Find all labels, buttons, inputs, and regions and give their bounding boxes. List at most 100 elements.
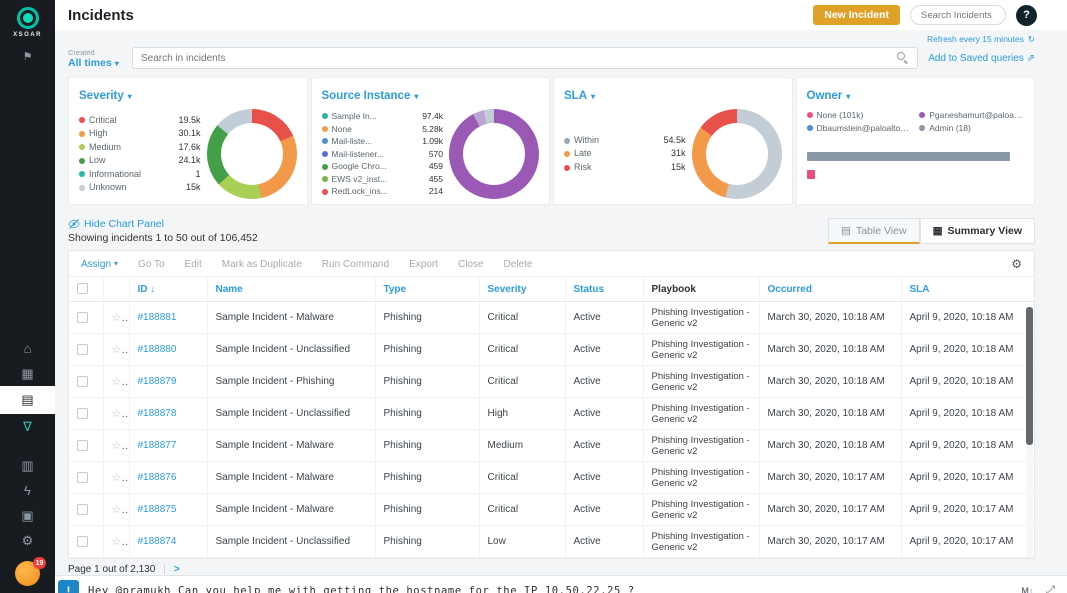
column-header-playbook[interactable]: Playbook	[643, 277, 759, 302]
legend-item[interactable]: EWS v2_inst...455	[322, 173, 444, 186]
star-icon[interactable]: ☆	[112, 344, 130, 356]
table-row[interactable]: ☆ #188876 Sample Incident - Malware Phis…	[69, 462, 1034, 494]
pin-icon[interactable]: ⚑	[0, 44, 55, 69]
legend-item[interactable]: Unknown15k	[79, 181, 201, 195]
help-button[interactable]: ?	[1016, 5, 1037, 26]
incident-id-link[interactable]: #188879	[138, 376, 177, 387]
table-row[interactable]: ☆ #188879 Sample Incident - Phishing Phi…	[69, 366, 1034, 398]
star-icon[interactable]: ☆	[112, 536, 130, 548]
action-mark-as-duplicate[interactable]: Mark as Duplicate	[222, 259, 302, 270]
action-export[interactable]: Export	[409, 259, 438, 270]
incident-id-link[interactable]: #188881	[138, 312, 177, 323]
column-header-id[interactable]: ID ↓	[129, 277, 207, 302]
chat-trigger-button[interactable]: !	[58, 580, 79, 593]
legend-item[interactable]: Google Chro...459	[322, 160, 444, 173]
row-checkbox[interactable]	[77, 312, 88, 323]
table-row[interactable]: ☆ #188878 Sample Incident - Unclassified…	[69, 398, 1034, 430]
threat-intel-icon[interactable]: ∇	[0, 414, 55, 439]
sla-donut-chart[interactable]	[692, 109, 782, 199]
action-close[interactable]: Close	[458, 259, 484, 270]
legend-item[interactable]: Within54.5k	[564, 134, 686, 148]
created-filter-dropdown[interactable]: Created All times ▾	[68, 48, 122, 69]
incident-id-link[interactable]: #188876	[138, 472, 177, 483]
action-assign[interactable]: Assign▾	[81, 259, 118, 270]
table-row[interactable]: ☆ #188881 Sample Incident - Malware Phis…	[69, 302, 1034, 334]
star-icon[interactable]: ☆	[112, 504, 130, 516]
table-row[interactable]: ☆ #188875 Sample Incident - Malware Phis…	[69, 494, 1034, 526]
incident-id-link[interactable]: #188874	[138, 536, 177, 547]
row-checkbox[interactable]	[77, 472, 88, 483]
row-checkbox[interactable]	[77, 344, 88, 355]
table-row[interactable]: ☆ #188880 Sample Incident - Unclassified…	[69, 334, 1034, 366]
table-scrollbar[interactable]	[1026, 307, 1033, 557]
legend-item[interactable]: None5.28k	[322, 123, 444, 136]
source-instance-donut-chart[interactable]	[449, 109, 539, 199]
incident-id-link[interactable]: #188875	[138, 504, 177, 515]
action-go-to[interactable]: Go To	[138, 259, 165, 270]
star-icon[interactable]: ☆	[112, 408, 130, 420]
row-checkbox[interactable]	[77, 440, 88, 451]
row-checkbox[interactable]	[77, 376, 88, 387]
markdown-icon[interactable]: M↓	[1021, 586, 1033, 593]
action-delete[interactable]: Delete	[504, 259, 533, 270]
legend-item[interactable]: Late31k	[564, 147, 686, 161]
legend-item[interactable]: High30.1k	[79, 127, 201, 141]
reports-icon[interactable]: ▥	[0, 453, 55, 478]
source-instance-chart-title[interactable]: Source Instance▾	[322, 90, 419, 102]
incidents-icon[interactable]: ▤	[0, 386, 55, 414]
new-incident-button[interactable]: New Incident	[813, 5, 900, 25]
legend-item[interactable]: Informational1	[79, 168, 201, 182]
scrollbar-thumb[interactable]	[1026, 307, 1033, 445]
table-row[interactable]: ☆ #188874 Sample Incident - Unclassified…	[69, 526, 1034, 558]
owner-chart-title[interactable]: Owner▾	[807, 90, 851, 102]
row-checkbox[interactable]	[77, 408, 88, 419]
settings-gear-icon[interactable]: ⚙	[0, 528, 55, 553]
legend-item[interactable]: Mail-liste...1.09k	[322, 135, 444, 148]
legend-item[interactable]: Low24.1k	[79, 154, 201, 168]
incident-id-link[interactable]: #188877	[138, 440, 177, 451]
automation-icon[interactable]: ϟ	[0, 478, 55, 503]
legend-item[interactable]: Medium17.6k	[79, 141, 201, 155]
chat-input[interactable]: Hey @pramukh Can you help me with gettin…	[88, 585, 1012, 593]
row-checkbox[interactable]	[77, 536, 88, 547]
star-icon[interactable]: ☆	[112, 312, 130, 324]
severity-chart-title[interactable]: Severity▾	[79, 90, 132, 102]
search-icon[interactable]	[897, 52, 909, 64]
star-icon[interactable]: ☆	[112, 440, 130, 452]
owner-bar[interactable]	[807, 152, 1010, 161]
dashboard-icon[interactable]: ▦	[0, 361, 55, 386]
owner-bar[interactable]	[807, 170, 815, 179]
expand-icon[interactable]: ⤢	[1045, 583, 1055, 593]
jobs-icon[interactable]: ▣	[0, 503, 55, 528]
sla-chart-title[interactable]: SLA▾	[564, 90, 595, 102]
legend-item[interactable]: Sample In...97.4k	[322, 110, 444, 123]
star-icon[interactable]: ☆	[112, 376, 130, 388]
action-run-command[interactable]: Run Command	[322, 259, 389, 270]
add-saved-queries-link[interactable]: Add to Saved queries ⇗	[928, 53, 1035, 64]
severity-donut-chart[interactable]	[207, 109, 297, 199]
column-header-name[interactable]: Name	[207, 277, 375, 302]
legend-item[interactable]: Admin (18)	[919, 122, 1024, 135]
row-checkbox[interactable]	[77, 504, 88, 515]
xsoar-logo[interactable]: XSOAR	[13, 7, 42, 38]
legend-item[interactable]: Critical19.5k	[79, 114, 201, 128]
table-view-button[interactable]: ▤Table View	[828, 218, 920, 244]
star-icon[interactable]: ☆	[112, 472, 130, 484]
refresh-control[interactable]: Refresh every 15 minutes ↻	[68, 33, 1035, 45]
next-page-button[interactable]: >	[174, 564, 180, 575]
legend-item[interactable]: Risk15k	[564, 161, 686, 175]
column-header-status[interactable]: Status	[565, 277, 643, 302]
table-row[interactable]: ☆ #188877 Sample Incident - Malware Phis…	[69, 430, 1034, 462]
legend-item[interactable]: RedLock_ins...214	[322, 185, 444, 198]
table-settings-gear-icon[interactable]: ⚙	[1011, 257, 1022, 271]
legend-item[interactable]: Dbaumstein@paloaltonetworks.c... (1.26k)	[807, 122, 912, 135]
global-search-input[interactable]	[910, 5, 1006, 25]
incident-search-input[interactable]	[141, 53, 897, 64]
incident-id-link[interactable]: #188878	[138, 408, 177, 419]
action-edit[interactable]: Edit	[185, 259, 202, 270]
hide-chart-panel-link[interactable]: Hide Chart Panel	[68, 218, 258, 230]
summary-view-button[interactable]: ▦Summary View	[920, 218, 1035, 244]
legend-item[interactable]: None (101k)	[807, 109, 912, 122]
column-header-type[interactable]: Type	[375, 277, 479, 302]
legend-item[interactable]: Mail-listener...570	[322, 148, 444, 161]
